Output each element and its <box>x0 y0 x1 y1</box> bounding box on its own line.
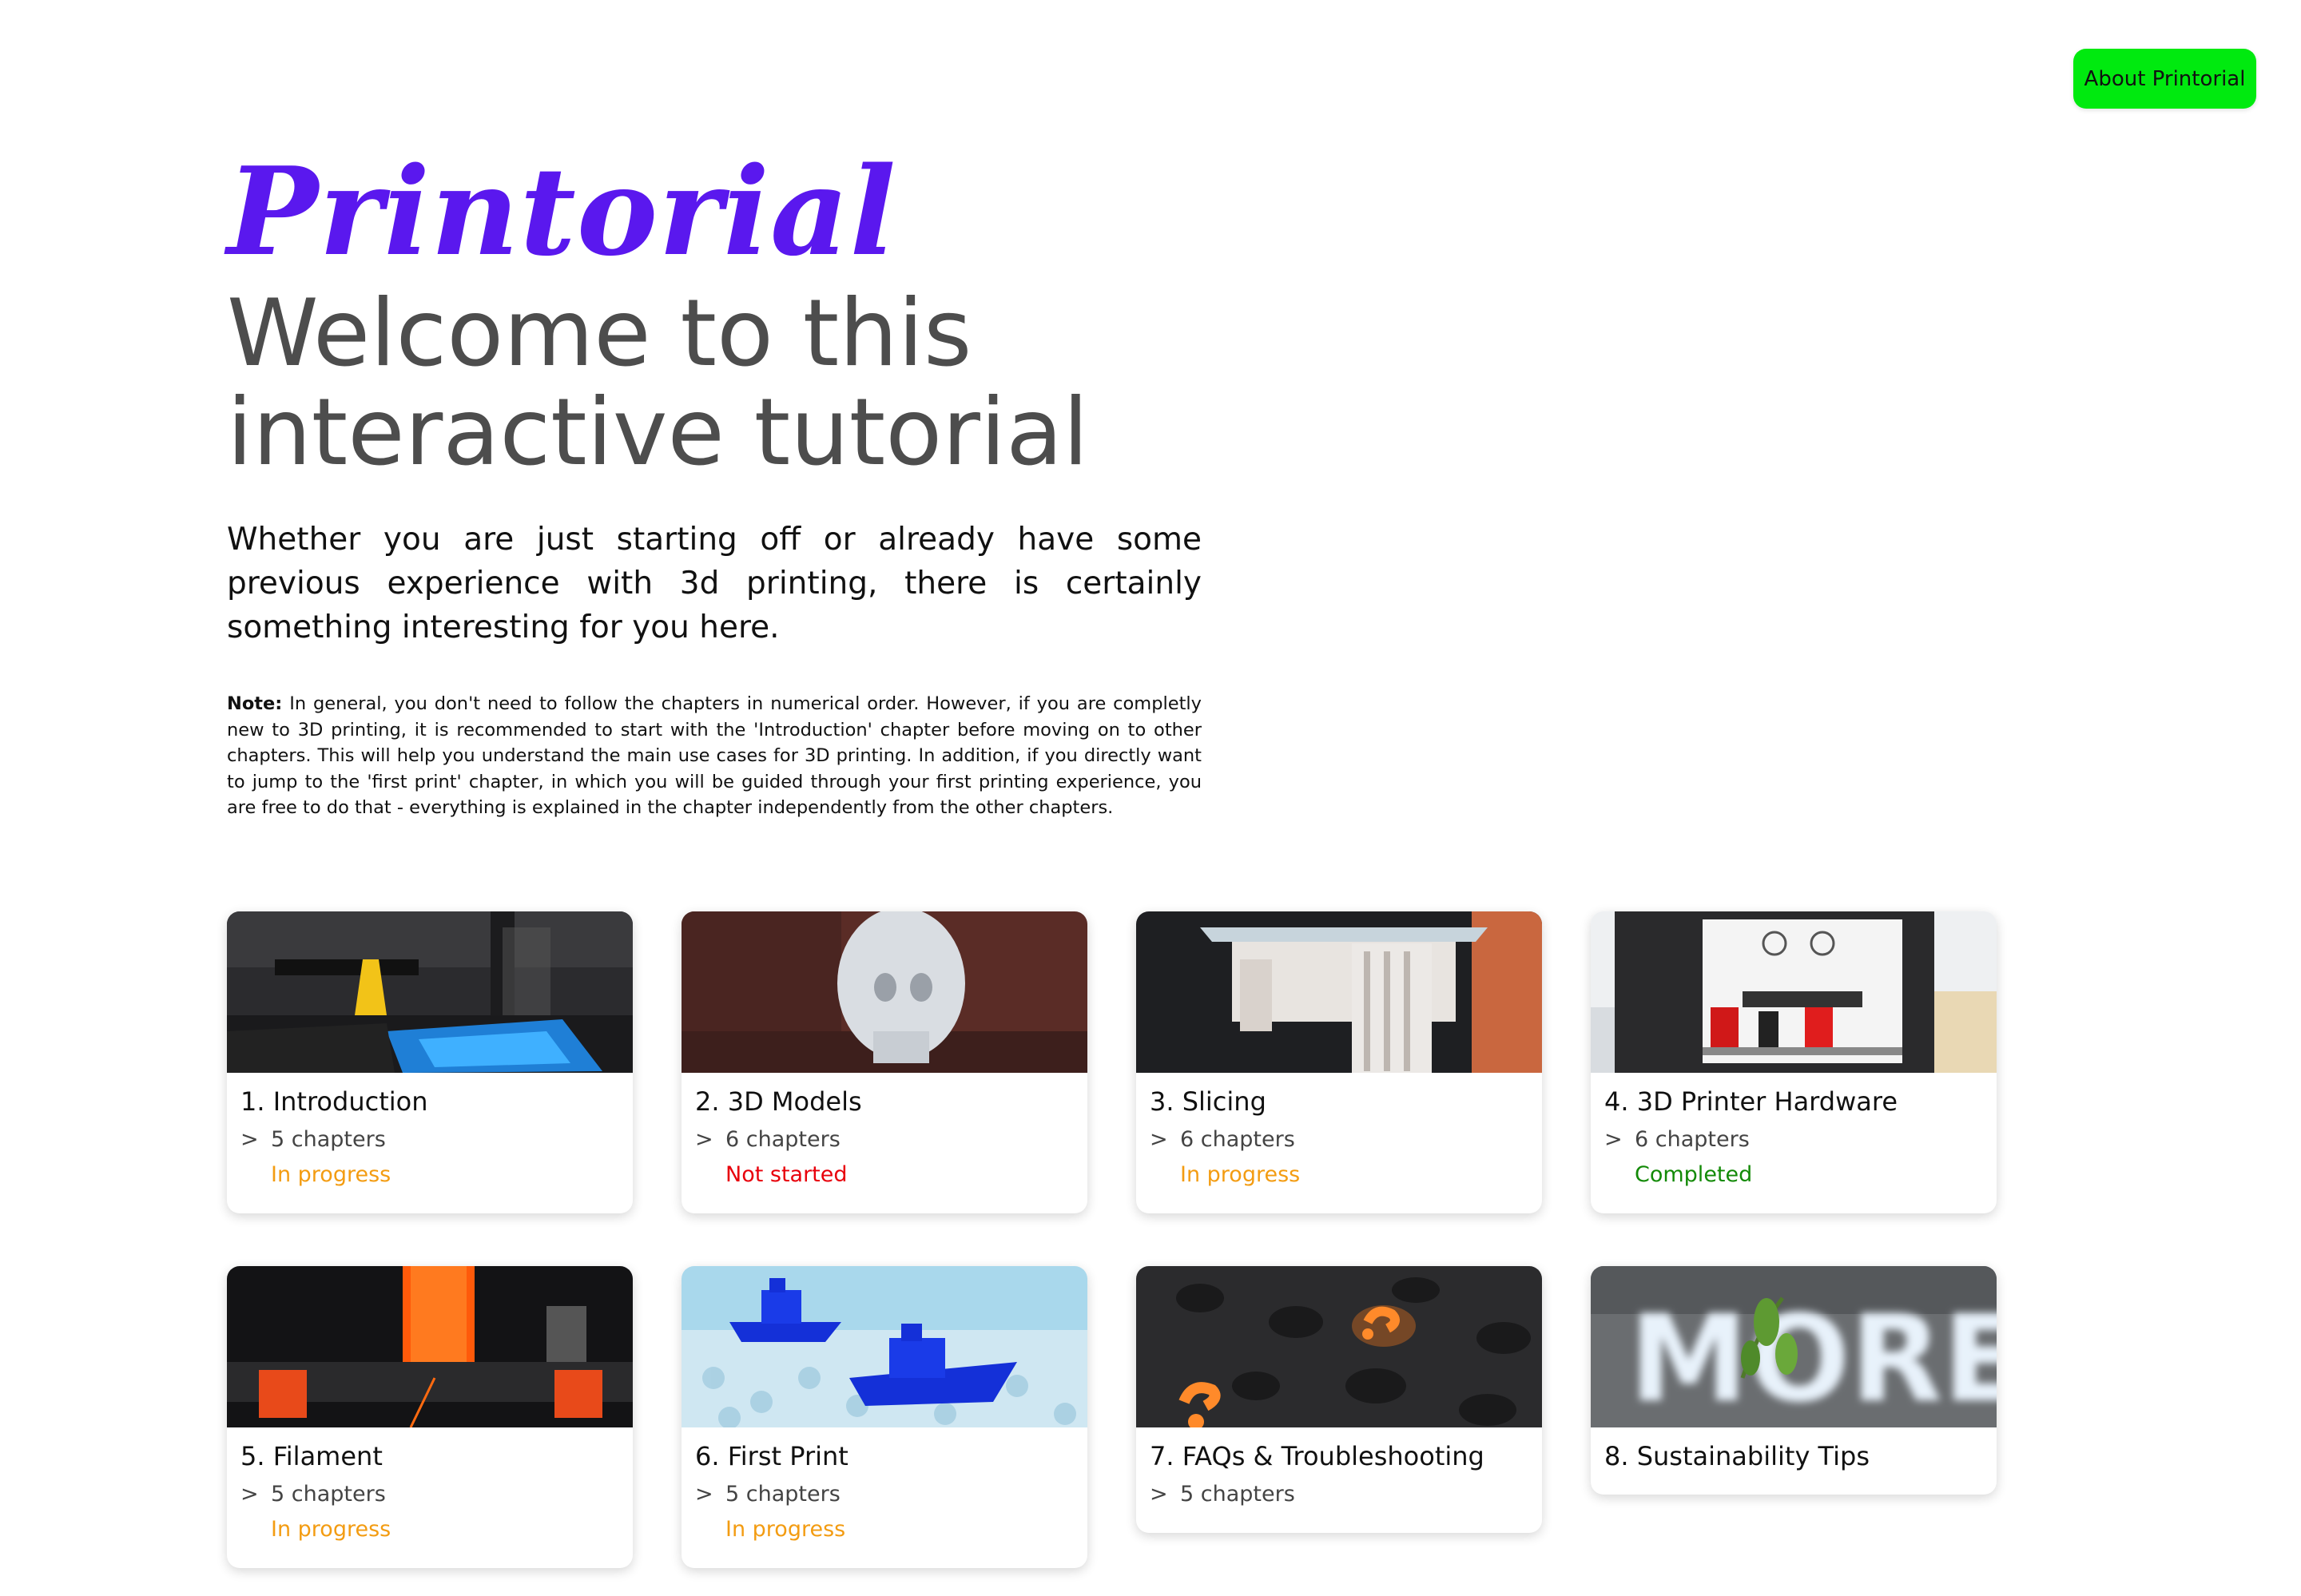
brand-title: Printorial <box>227 140 897 283</box>
card-meta: > 6 chapters <box>1150 1122 1529 1157</box>
chevron-right-icon: > <box>1150 1127 1168 1152</box>
card-meta: > 6 chapters <box>695 1122 1075 1157</box>
chapter-card-slicing[interactable]: 3. Slicing > 6 chapters In progress <box>1136 911 1542 1213</box>
chevron-right-icon: > <box>695 1127 713 1152</box>
chapter-card-introduction[interactable]: 1. Introduction > 5 chapters In progress <box>227 911 633 1213</box>
card-chapter-count: 5 chapters <box>1180 1482 1295 1507</box>
dual-extruder-printer-image <box>1591 911 1997 1073</box>
welcome-line-2: interactive tutorial <box>227 379 1089 486</box>
chevron-right-icon: > <box>1604 1127 1623 1152</box>
status-badge: In progress <box>271 1517 391 1542</box>
chapter-card-first-print[interactable]: 6. First Print > 5 chapters In progress <box>682 1266 1087 1568</box>
about-printorial-button[interactable]: About Printorial <box>2073 49 2256 109</box>
card-chapter-count: 5 chapters <box>725 1482 841 1507</box>
chevron-right-icon: > <box>695 1482 713 1507</box>
3d-printer-nozzle-image <box>227 911 633 1073</box>
card-title: 4. 3D Printer Hardware <box>1604 1086 1898 1117</box>
welcome-line-1: Welcome to this <box>227 280 972 387</box>
card-chapter-count: 5 chapters <box>271 1127 386 1152</box>
filament-spool-image <box>227 1266 633 1427</box>
card-title: 5. Filament <box>240 1441 383 1471</box>
benchy-boats-image <box>682 1266 1087 1427</box>
note-text: In general, you don't need to follow the… <box>227 693 1202 818</box>
card-meta: > 5 chapters <box>240 1122 620 1157</box>
card-title: 7. FAQs & Troubleshooting <box>1150 1441 1484 1471</box>
status-badge: In progress <box>725 1517 846 1542</box>
chevron-right-icon: > <box>1150 1482 1168 1507</box>
card-meta: > 5 chapters <box>695 1477 1075 1512</box>
status-badge: In progress <box>1180 1162 1301 1187</box>
status-badge: In progress <box>271 1162 391 1187</box>
card-meta: > 5 chapters <box>1150 1477 1529 1512</box>
card-title: 3. Slicing <box>1150 1086 1266 1117</box>
chevron-right-icon: > <box>240 1127 259 1152</box>
chapter-card-faqs-troubleshooting[interactable]: 7. FAQs & Troubleshooting > 5 chapters <box>1136 1266 1542 1533</box>
resin-print-image <box>1136 911 1542 1073</box>
note-paragraph: Note: In general, you don't need to foll… <box>227 691 1202 821</box>
hero-section: Printorial Welcome to this interactive t… <box>227 144 1202 821</box>
chapter-card-3d-models[interactable]: 2. 3D Models > 6 chapters Not started <box>682 911 1087 1213</box>
welcome-heading: Welcome to this interactive tutorial <box>227 284 1202 482</box>
card-chapter-count: 6 chapters <box>1635 1127 1750 1152</box>
card-title: 6. First Print <box>695 1441 848 1471</box>
question-marks-image <box>1136 1266 1542 1427</box>
printed-head-model-image <box>682 911 1087 1073</box>
chapter-card-sustainability-tips[interactable]: MORE 8. Sustainability Tips <box>1591 1266 1997 1495</box>
more-sign-image: MORE <box>1591 1266 1997 1427</box>
card-title: 1. Introduction <box>240 1086 428 1117</box>
card-meta: > 5 chapters <box>240 1477 620 1512</box>
chapter-card-filament[interactable]: 5. Filament > 5 chapters In progress <box>227 1266 633 1568</box>
intro-paragraph: Whether you are just starting off or alr… <box>227 522 1202 645</box>
card-chapter-count: 6 chapters <box>1180 1127 1295 1152</box>
note-label: Note: <box>227 693 283 714</box>
card-title: 2. 3D Models <box>695 1086 862 1117</box>
status-badge: Not started <box>725 1162 848 1187</box>
card-meta: > 6 chapters <box>1604 1122 1984 1157</box>
blurred-sign-lettering: MORE <box>1629 1290 1997 1427</box>
card-title: 8. Sustainability Tips <box>1604 1441 1870 1471</box>
card-chapter-count: 6 chapters <box>725 1127 841 1152</box>
card-chapter-count: 5 chapters <box>271 1482 386 1507</box>
status-badge: Completed <box>1635 1162 1753 1187</box>
chapter-card-3d-printer-hardware[interactable]: 4. 3D Printer Hardware > 6 chapters Comp… <box>1591 911 1997 1213</box>
chevron-right-icon: > <box>240 1482 259 1507</box>
